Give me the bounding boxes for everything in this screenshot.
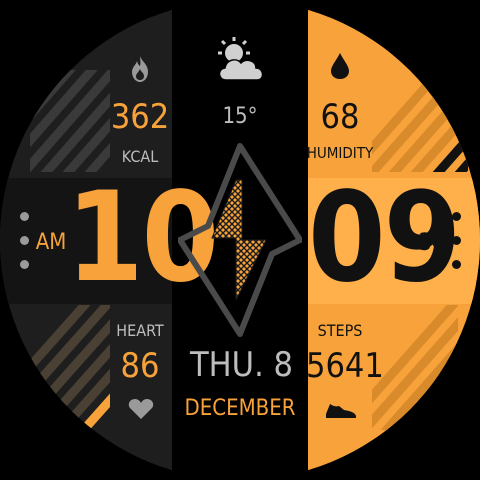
humidity-label: HUMIDITY [306,144,374,162]
shoe-icon [326,404,356,418]
right-dot-1 [452,212,461,221]
left-dot-3 [20,260,29,269]
heart-value: 86 [120,346,160,386]
hour-value: 10 [66,166,219,310]
right-dot-3 [452,260,461,269]
ampm-indicator: AM [35,230,67,255]
heart-label: HEART [116,321,164,340]
left-dot-1 [20,212,29,221]
month-value: DECEMBER [184,396,296,421]
partly-cloudy-icon [218,37,264,81]
minute-value: 09 [308,166,461,310]
temperature-value: 15° [222,104,258,129]
flame-icon [132,56,148,82]
steps-label: STEPS [317,321,363,340]
watch-face: 362 KCAL AM 10 HEART 86 15° THU. 8 DECEM… [0,0,480,480]
humidity-value: 68 [320,97,360,137]
date-value: THU. 8 [190,345,293,385]
calories-label: KCAL [121,147,159,166]
steps-value: 5641 [306,346,384,386]
seconds-value: 34 [418,228,446,256]
droplet-icon [331,53,349,79]
heart-icon [128,399,154,419]
calories-value: 362 [110,97,170,137]
right-dot-2 [452,236,461,245]
left-dot-2 [20,236,29,245]
lightning-bolt-icon [178,143,302,337]
